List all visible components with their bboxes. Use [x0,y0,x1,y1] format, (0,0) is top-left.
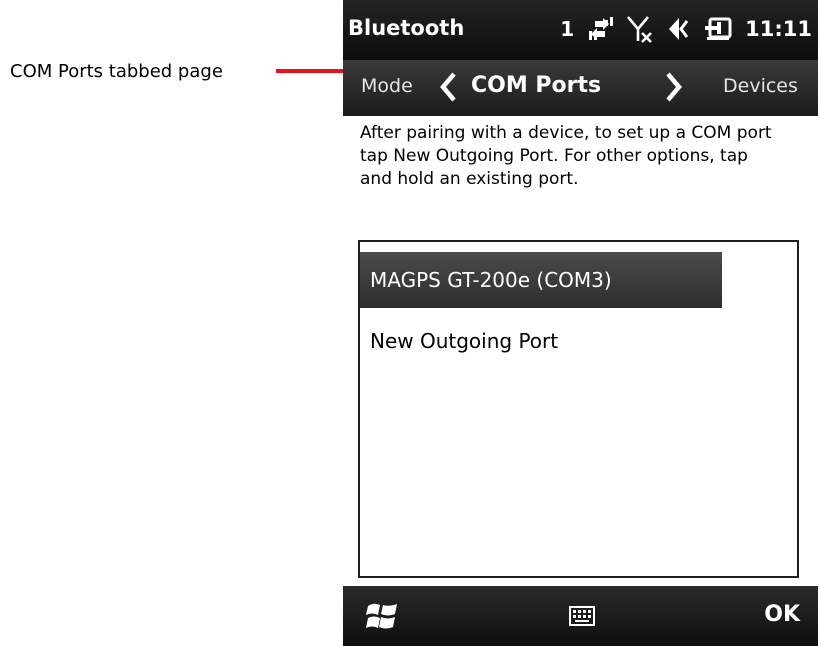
device-screen: Bluetooth 1 11:11 Mode COM Ports Devices… [343,0,818,646]
power-plug-icon [704,16,734,42]
data-sync-icon [585,16,615,42]
no-signal-antenna-icon [626,15,654,43]
status-bar: Bluetooth 1 11:11 [343,0,818,60]
chevron-right-icon[interactable] [663,70,685,104]
chevron-left-icon[interactable] [437,70,459,104]
keyboard-icon[interactable] [569,606,595,626]
tab-mode[interactable]: Mode [361,75,413,97]
tab-com-ports[interactable]: COM Ports [471,73,601,98]
port-list[interactable]: MAGPS GT-200e (COM3) New Outgoing Port [358,240,799,578]
status-icons[interactable]: 1 11:11 [560,14,812,44]
app-title: Bluetooth [348,16,465,40]
tab-devices[interactable]: Devices [723,75,798,97]
com-ports-page: After pairing with a device, to set up a… [343,116,818,586]
port-item-magps[interactable]: MAGPS GT-200e (COM3) [360,252,722,308]
instructions-text: After pairing with a device, to set up a… [360,123,772,189]
windows-start-icon[interactable] [365,600,399,632]
ok-button[interactable]: OK [764,602,800,627]
volume-icon [665,16,693,42]
clock: 11:11 [745,17,812,41]
annotation-label: COM Ports tabbed page [10,61,223,82]
signal-count: 1 [560,17,575,41]
new-outgoing-port-item[interactable]: New Outgoing Port [360,318,722,364]
tab-bar: Mode COM Ports Devices [343,60,818,116]
bottom-bar: OK [343,586,818,646]
